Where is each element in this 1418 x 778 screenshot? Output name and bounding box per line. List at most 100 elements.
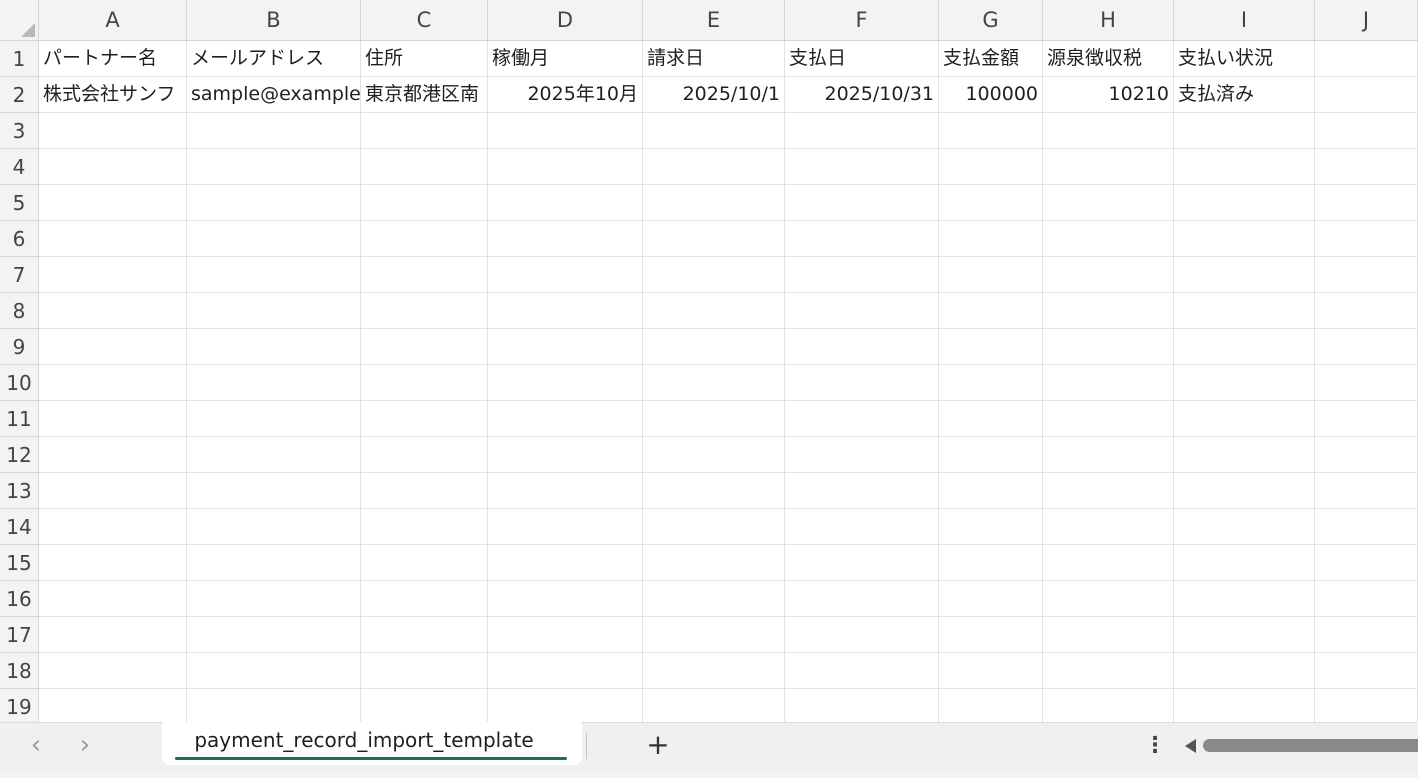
cell-j19[interactable]: [1315, 689, 1418, 722]
cell-j9[interactable]: [1315, 329, 1418, 365]
cell-i9[interactable]: [1174, 329, 1315, 365]
cell-c15[interactable]: [361, 545, 488, 581]
column-header-i[interactable]: I: [1174, 0, 1315, 41]
cell-e6[interactable]: [643, 221, 785, 257]
cell-e17[interactable]: [643, 617, 785, 653]
cell-d8[interactable]: [488, 293, 643, 329]
cell-j6[interactable]: [1315, 221, 1418, 257]
cell-b2[interactable]: sample@example: [187, 77, 361, 113]
cell-h6[interactable]: [1043, 221, 1174, 257]
cell-i11[interactable]: [1174, 401, 1315, 437]
cell-g4[interactable]: [939, 149, 1043, 185]
cell-h18[interactable]: [1043, 653, 1174, 689]
cell-b1[interactable]: メールアドレス: [187, 41, 361, 77]
cell-d3[interactable]: [488, 113, 643, 149]
cell-i2[interactable]: 支払済み: [1174, 77, 1315, 113]
cell-d6[interactable]: [488, 221, 643, 257]
row-header-19[interactable]: 19: [0, 689, 39, 722]
cell-g18[interactable]: [939, 653, 1043, 689]
cell-b9[interactable]: [187, 329, 361, 365]
row-header-7[interactable]: 7: [0, 257, 39, 293]
row-header-11[interactable]: 11: [0, 401, 39, 437]
column-header-f[interactable]: F: [785, 0, 939, 41]
cell-g8[interactable]: [939, 293, 1043, 329]
cell-d19[interactable]: [488, 689, 643, 722]
cell-j18[interactable]: [1315, 653, 1418, 689]
cell-g12[interactable]: [939, 437, 1043, 473]
cell-f11[interactable]: [785, 401, 939, 437]
column-header-e[interactable]: E: [643, 0, 785, 41]
cell-d11[interactable]: [488, 401, 643, 437]
cell-e16[interactable]: [643, 581, 785, 617]
cell-i5[interactable]: [1174, 185, 1315, 221]
cell-b8[interactable]: [187, 293, 361, 329]
cell-a2[interactable]: 株式会社サンフ: [39, 77, 187, 113]
cell-b12[interactable]: [187, 437, 361, 473]
cell-a15[interactable]: [39, 545, 187, 581]
more-vertical-icon[interactable]: ⋮: [1144, 731, 1166, 761]
cell-h2[interactable]: 10210: [1043, 77, 1174, 113]
cell-c4[interactable]: [361, 149, 488, 185]
cell-h10[interactable]: [1043, 365, 1174, 401]
column-header-j[interactable]: J: [1315, 0, 1418, 41]
cell-h19[interactable]: [1043, 689, 1174, 722]
cell-i19[interactable]: [1174, 689, 1315, 722]
select-all-corner[interactable]: [0, 0, 39, 41]
cell-j15[interactable]: [1315, 545, 1418, 581]
cell-j13[interactable]: [1315, 473, 1418, 509]
cell-j5[interactable]: [1315, 185, 1418, 221]
cell-e14[interactable]: [643, 509, 785, 545]
cell-f13[interactable]: [785, 473, 939, 509]
cell-e15[interactable]: [643, 545, 785, 581]
cell-g1[interactable]: 支払金額: [939, 41, 1043, 77]
cell-c7[interactable]: [361, 257, 488, 293]
cell-f15[interactable]: [785, 545, 939, 581]
cell-g11[interactable]: [939, 401, 1043, 437]
row-header-3[interactable]: 3: [0, 113, 39, 149]
cell-h9[interactable]: [1043, 329, 1174, 365]
cell-i10[interactable]: [1174, 365, 1315, 401]
cell-c6[interactable]: [361, 221, 488, 257]
row-header-18[interactable]: 18: [0, 653, 39, 689]
cell-c17[interactable]: [361, 617, 488, 653]
cell-a7[interactable]: [39, 257, 187, 293]
cell-g7[interactable]: [939, 257, 1043, 293]
row-header-8[interactable]: 8: [0, 293, 39, 329]
cell-j3[interactable]: [1315, 113, 1418, 149]
cell-c18[interactable]: [361, 653, 488, 689]
chevron-left-icon[interactable]: ‹: [24, 731, 48, 761]
cell-b19[interactable]: [187, 689, 361, 722]
row-header-2[interactable]: 2: [0, 77, 39, 113]
cell-c8[interactable]: [361, 293, 488, 329]
row-header-17[interactable]: 17: [0, 617, 39, 653]
cell-b10[interactable]: [187, 365, 361, 401]
cell-e1[interactable]: 請求日: [643, 41, 785, 77]
cell-i4[interactable]: [1174, 149, 1315, 185]
cell-g15[interactable]: [939, 545, 1043, 581]
cell-h4[interactable]: [1043, 149, 1174, 185]
row-header-15[interactable]: 15: [0, 545, 39, 581]
cell-e8[interactable]: [643, 293, 785, 329]
cell-c10[interactable]: [361, 365, 488, 401]
cell-c19[interactable]: [361, 689, 488, 722]
cell-f18[interactable]: [785, 653, 939, 689]
cell-j2[interactable]: [1315, 77, 1418, 113]
cell-b15[interactable]: [187, 545, 361, 581]
row-header-5[interactable]: 5: [0, 185, 39, 221]
cell-i3[interactable]: [1174, 113, 1315, 149]
cell-f17[interactable]: [785, 617, 939, 653]
column-header-h[interactable]: H: [1043, 0, 1174, 41]
column-header-g[interactable]: G: [939, 0, 1043, 41]
cell-g16[interactable]: [939, 581, 1043, 617]
sheet-tab-active[interactable]: payment_record_import_template: [162, 722, 582, 765]
cell-f9[interactable]: [785, 329, 939, 365]
cell-d15[interactable]: [488, 545, 643, 581]
row-header-10[interactable]: 10: [0, 365, 39, 401]
cell-f4[interactable]: [785, 149, 939, 185]
cell-d17[interactable]: [488, 617, 643, 653]
cell-g13[interactable]: [939, 473, 1043, 509]
cell-e9[interactable]: [643, 329, 785, 365]
cell-d9[interactable]: [488, 329, 643, 365]
cell-j11[interactable]: [1315, 401, 1418, 437]
cell-g19[interactable]: [939, 689, 1043, 722]
